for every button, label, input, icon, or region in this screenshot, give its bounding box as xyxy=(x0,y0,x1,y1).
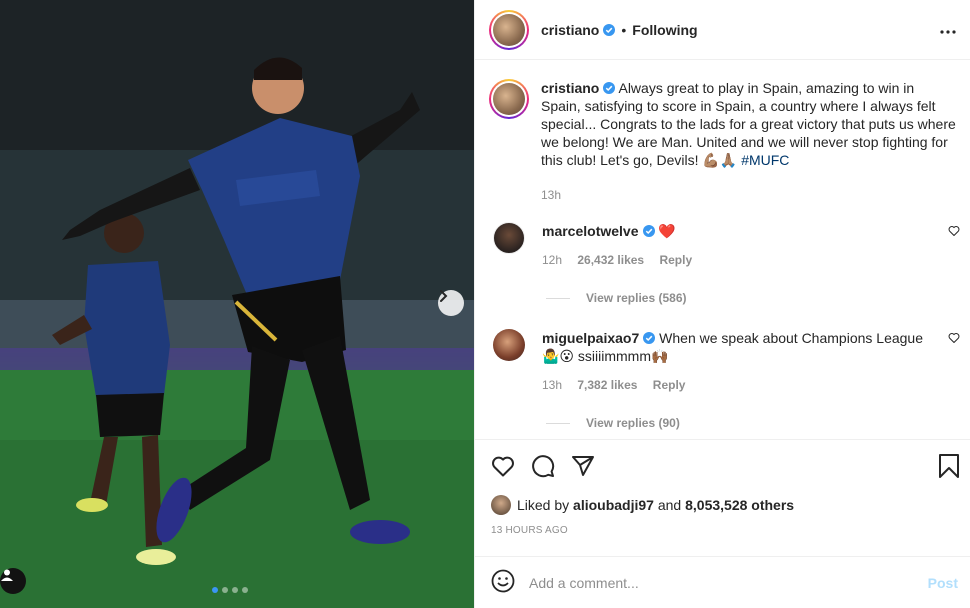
liked-by-user[interactable]: alioubadji97 xyxy=(573,497,654,513)
comment-likes[interactable]: 7,382 likes xyxy=(577,378,637,392)
author-avatar[interactable] xyxy=(489,9,529,50)
liked-by-others[interactable]: 8,053,528 others xyxy=(685,497,794,513)
heart-icon[interactable] xyxy=(948,331,960,346)
comment-time[interactable]: 12h xyxy=(542,253,562,267)
more-horizontal-icon[interactable] xyxy=(940,22,956,37)
liked-by-and: and xyxy=(657,497,682,513)
verified-badge-icon xyxy=(603,82,616,94)
caption-time[interactable]: 13h xyxy=(541,186,956,204)
view-replies-button[interactable]: View replies (586) xyxy=(546,291,970,305)
verified-badge-icon xyxy=(642,225,655,237)
reply-button[interactable]: Reply xyxy=(659,253,692,267)
comment-avatar[interactable] xyxy=(493,222,525,254)
caption-emoji: 💪🏽🙏🏽 xyxy=(702,153,738,169)
hashtag-link[interactable]: #MUFC xyxy=(741,152,789,168)
view-replies-label: View replies (586) xyxy=(586,291,687,305)
comment-composer: Post xyxy=(475,556,970,608)
share-icon[interactable] xyxy=(571,455,595,480)
post-media[interactable] xyxy=(0,0,474,608)
carousel-dot xyxy=(232,587,238,593)
comment-icon[interactable] xyxy=(531,454,555,481)
next-slide-button[interactable] xyxy=(438,290,464,316)
caption-username[interactable]: cristiano xyxy=(541,80,599,96)
separator-dot: • xyxy=(621,21,627,38)
view-replies-label: View replies (90) xyxy=(586,416,680,430)
post-actions: Liked by alioubadji97 and 8,053,528 othe… xyxy=(475,439,970,556)
comment-likes[interactable]: 26,432 likes xyxy=(577,253,644,267)
verified-badge-icon xyxy=(643,332,656,344)
verified-badge-icon xyxy=(603,23,616,36)
reply-button[interactable]: Reply xyxy=(653,378,686,392)
emoji-icon[interactable] xyxy=(491,569,515,596)
comment-text: When we speak about Champions League xyxy=(659,330,923,346)
comment-username[interactable]: miguelpaixao7 xyxy=(542,330,639,346)
comment-input[interactable] xyxy=(529,574,909,591)
author-username[interactable]: cristiano xyxy=(541,22,599,38)
comment-avatar[interactable] xyxy=(493,329,525,361)
heart-icon[interactable] xyxy=(948,224,960,239)
liked-by-prefix: Liked by xyxy=(517,497,570,513)
post-panel: cristiano • Following cristiano Always g… xyxy=(474,0,970,608)
carousel-dot xyxy=(212,587,218,593)
bookmark-icon[interactable] xyxy=(938,454,960,481)
carousel-dot xyxy=(242,587,248,593)
caption: cristiano Always great to play in Spain,… xyxy=(475,61,970,204)
comment-emoji: 🤷‍♂️😮 xyxy=(542,349,575,365)
comments-list[interactable]: cristiano Always great to play in Spain,… xyxy=(475,61,970,439)
post-comment-button[interactable]: Post xyxy=(928,575,958,591)
comment-text-continued: ssiiiimmmm🙌🏾 xyxy=(574,348,669,364)
post-header: cristiano • Following xyxy=(475,0,970,60)
comment-item: miguelpaixao7 When we speak about Champi… xyxy=(475,329,970,394)
like-heart-icon[interactable] xyxy=(491,455,515,480)
liked-by: Liked by alioubadji97 and 8,053,528 othe… xyxy=(475,495,970,515)
comment-item: marcelotwelve ❤️ 12h 26,432 likes Reply xyxy=(475,222,970,269)
liker-avatar[interactable] xyxy=(491,495,511,515)
comment-time[interactable]: 13h xyxy=(542,378,562,392)
tagged-people-button[interactable] xyxy=(0,568,26,594)
comment-username[interactable]: marcelotwelve xyxy=(542,223,639,239)
view-replies-button[interactable]: View replies (90) xyxy=(546,416,970,430)
comment-text: ❤️ xyxy=(658,224,676,240)
avatar-image xyxy=(493,13,525,46)
following-button[interactable]: Following xyxy=(632,22,697,38)
post-timestamp[interactable]: 13 HOURS AGO xyxy=(475,525,970,536)
post-photo xyxy=(0,0,474,608)
carousel-indicator xyxy=(212,587,248,593)
author-avatar[interactable] xyxy=(489,79,529,119)
carousel-dot xyxy=(222,587,228,593)
